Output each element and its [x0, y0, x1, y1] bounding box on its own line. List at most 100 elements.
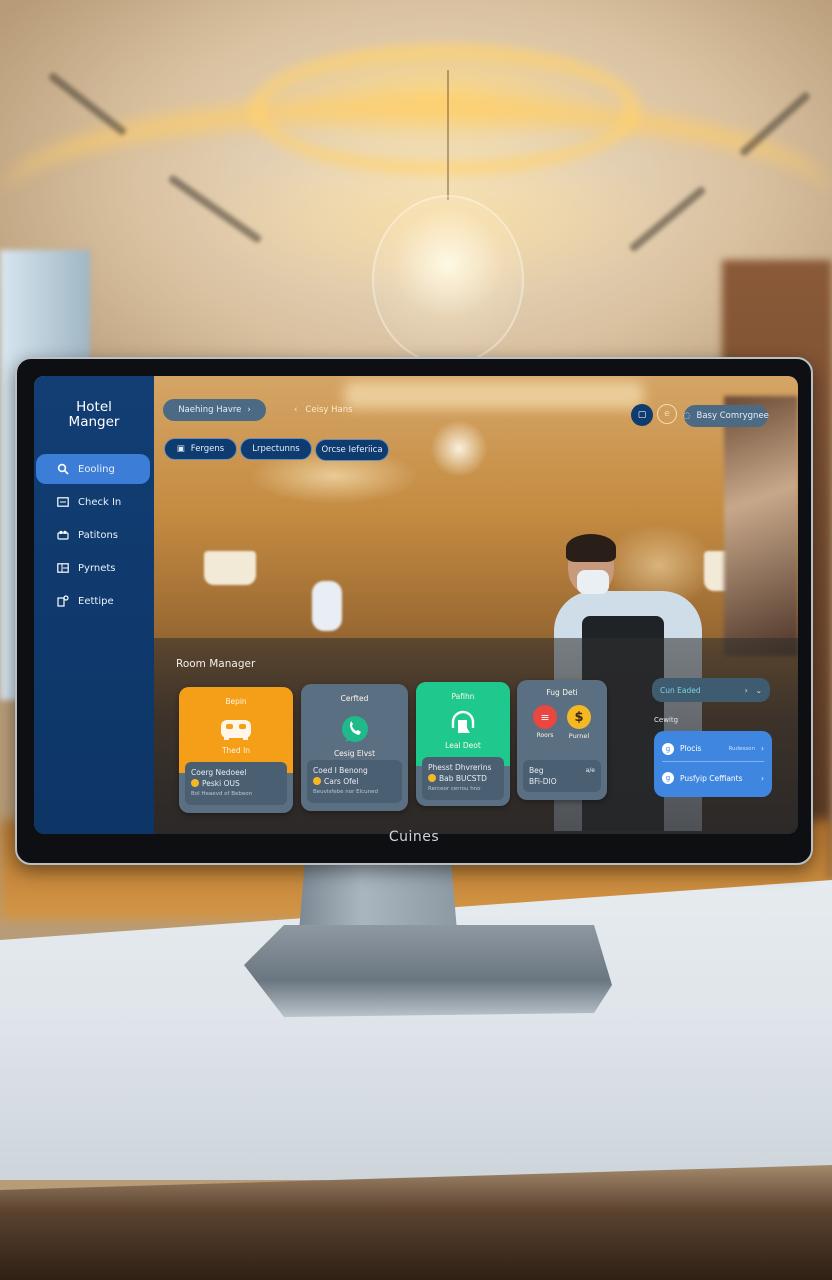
card-header-label: Bepin [225, 697, 247, 706]
list-item-meta: Rudesson [728, 745, 755, 752]
breadcrumb[interactable]: ‹ Ceisy Hans [294, 405, 353, 415]
sidebar: Hotel Manger Eooling Check In Patitons P… [34, 376, 154, 834]
chevron-right-icon: › [744, 685, 748, 695]
monitor: Hotel Manger Eooling Check In Patitons P… [15, 357, 813, 865]
service-card[interactable]: Pafihn Leal Deot Phesst Dhvrerins Bab BU… [416, 682, 510, 806]
room-manager-title: Room Manager [176, 658, 256, 670]
ceiling-light-ring [250, 45, 640, 175]
payment-card-header: Fug Deti ≡ Roors $ Purnel [517, 680, 607, 760]
list-item[interactable]: g Pusfyip Ceffiants › [662, 765, 764, 791]
card-footer-title: Beg [529, 766, 544, 775]
search-icon [56, 463, 70, 475]
payment-options: ≡ Roors $ Purnel [533, 705, 591, 740]
phone-chat-icon [340, 715, 370, 747]
contact-card-footer: Coed I Benong Cars Ofel Beuvisfebe nor E… [307, 760, 402, 803]
dollar-icon: $ [567, 705, 591, 729]
action-pill-3[interactable]: Orcse Ieferiica [315, 439, 389, 461]
ceiling-vent [47, 71, 128, 137]
screen-bg-lamp [204, 551, 256, 585]
screen-bg-painting [724, 396, 798, 656]
sidebar-item-patrons[interactable]: Patitons [36, 520, 150, 550]
chevron-left-icon: ‹ [294, 405, 298, 415]
list-item[interactable]: g Plocis Rudesson › [662, 736, 764, 762]
card-footer-title: Coed I Benong [313, 766, 368, 775]
chevron-right-icon: › [247, 405, 251, 415]
calendar-icon: ▣ [176, 444, 185, 454]
check-in-card[interactable]: Bepin Thed In Coerg Nedoeel Peski OUS Bo… [179, 687, 293, 813]
coin-icon [428, 774, 436, 782]
card-footer-value: Peski OUS [202, 779, 240, 788]
card-header-label: Cerfted [340, 694, 369, 703]
bed-icon [220, 718, 252, 742]
list-item-name: Pusfyip Ceffiants [680, 773, 743, 783]
profile-pill[interactable]: ◌ Basy Comrygnee [683, 405, 769, 427]
arrivals-list-header[interactable]: Cun Eaded › ⌄ [652, 678, 770, 702]
list-item-name: Plocis [680, 744, 702, 753]
settings-device-icon [56, 595, 70, 607]
sidebar-item-label: Check In [78, 496, 122, 508]
sidebar-item-payments[interactable]: Pyrnets [36, 553, 150, 583]
contact-card[interactable]: Cerfted Cesig Elvst Coed I Benong Cars O… [301, 684, 408, 811]
screen-bg-ceiling [344, 381, 644, 409]
sidebar-item-label: Eooling [78, 463, 115, 475]
notification-button[interactable]: ▢ [631, 404, 653, 426]
action-pill-label: Fergens [190, 444, 225, 454]
list-section-label: Cewitg [654, 716, 679, 724]
check-in-card-footer: Coerg Nedoeel Peski OUS Bol Heaevd of Be… [185, 762, 287, 805]
payment-card-footer: Beg a/e BFi-DIO [523, 760, 601, 792]
sidebar-item-settings[interactable]: Eettipe [36, 586, 150, 616]
chevron-right-icon: › [761, 773, 764, 783]
chevron-right-icon: › [761, 744, 764, 753]
check-in-card-header: Bepin Thed In [179, 687, 293, 773]
arrivals-list: g Plocis Rudesson › g Pusfyip Ceffiants … [654, 731, 772, 797]
card-footer-title: Phesst Dhvrerins [428, 763, 492, 772]
chat-icon: ◌ [683, 411, 691, 421]
arrivals-list-panel: Cun Eaded › ⌄ Cewitg g Plocis Rudesson ›… [652, 678, 774, 804]
chevron-down-icon: ⌄ [755, 685, 762, 695]
menu-icon: ≡ [533, 705, 557, 729]
payment-option-rooms[interactable]: ≡ Roors [533, 705, 557, 740]
sidebar-item-label: Pyrnets [78, 562, 116, 574]
profile-circle-button[interactable]: e [657, 404, 677, 424]
card-footer-note: Beuvisfebe nor Elcuned [313, 789, 378, 795]
card-footer-note: Bol Heaevd of Bebeon [191, 791, 253, 797]
calculator-icon [56, 562, 70, 574]
contact-card-header: Cerfted Cesig Elvst [301, 684, 408, 770]
card-header-label: Pafihn [451, 692, 475, 701]
monitor-stand-base [244, 925, 612, 1017]
list-header-label: Cun Eaded [660, 685, 701, 695]
chandelier [372, 195, 524, 365]
nav-dropdown-button[interactable]: Naehing Havre › [163, 399, 266, 421]
card-header-label: Fug Deti [546, 688, 578, 697]
payment-card[interactable]: Fug Deti ≡ Roors $ Purnel Beg a/e BFi-DI… [517, 680, 607, 800]
sidebar-item-booking[interactable]: Eooling [36, 454, 150, 484]
card-footer-badge: a/e [585, 767, 595, 774]
user-icon: e [664, 409, 670, 419]
service-card-header: Pafihn Leal Deot [416, 682, 510, 766]
card-footer-note: Rerceor cerrou hno [428, 786, 481, 792]
monitor-brand-logo: Cuines [388, 829, 440, 845]
screen-bg-staff-hair [566, 534, 616, 562]
action-pill-2[interactable]: Lrpectunns [240, 438, 312, 460]
screen-bg-guest [312, 581, 342, 631]
action-pill-label: Lrpectunns [252, 444, 300, 454]
screen-bg-staff-mask [577, 570, 609, 594]
sidebar-item-label: Eettipe [78, 595, 114, 607]
screen: Hotel Manger Eooling Check In Patitons P… [34, 376, 798, 834]
card-footer-title: Coerg Nedoeel [191, 768, 247, 777]
sidebar-nav: Eooling Check In Patitons Pyrnets Eettip… [34, 454, 154, 619]
card-caption: Leal Deot [445, 741, 481, 750]
breadcrumb-label: Ceisy Hans [305, 405, 353, 415]
action-pill-label: Orcse Ieferiica [321, 445, 383, 455]
card-caption: Thed In [221, 746, 251, 755]
bell-icon: ▢ [637, 410, 647, 420]
card-footer-value: BFi-DIO [529, 777, 557, 786]
coin-icon [313, 777, 321, 785]
group-icon [56, 529, 70, 541]
payment-option-label: Roors [536, 732, 554, 739]
guest-avatar-icon: g [662, 772, 674, 784]
payment-option-label: Purnel [568, 732, 590, 740]
payment-option-funnel[interactable]: $ Purnel [567, 705, 591, 740]
action-pill-1[interactable]: ▣ Fergens [164, 438, 237, 460]
sidebar-item-check-in[interactable]: Check In [36, 487, 150, 517]
